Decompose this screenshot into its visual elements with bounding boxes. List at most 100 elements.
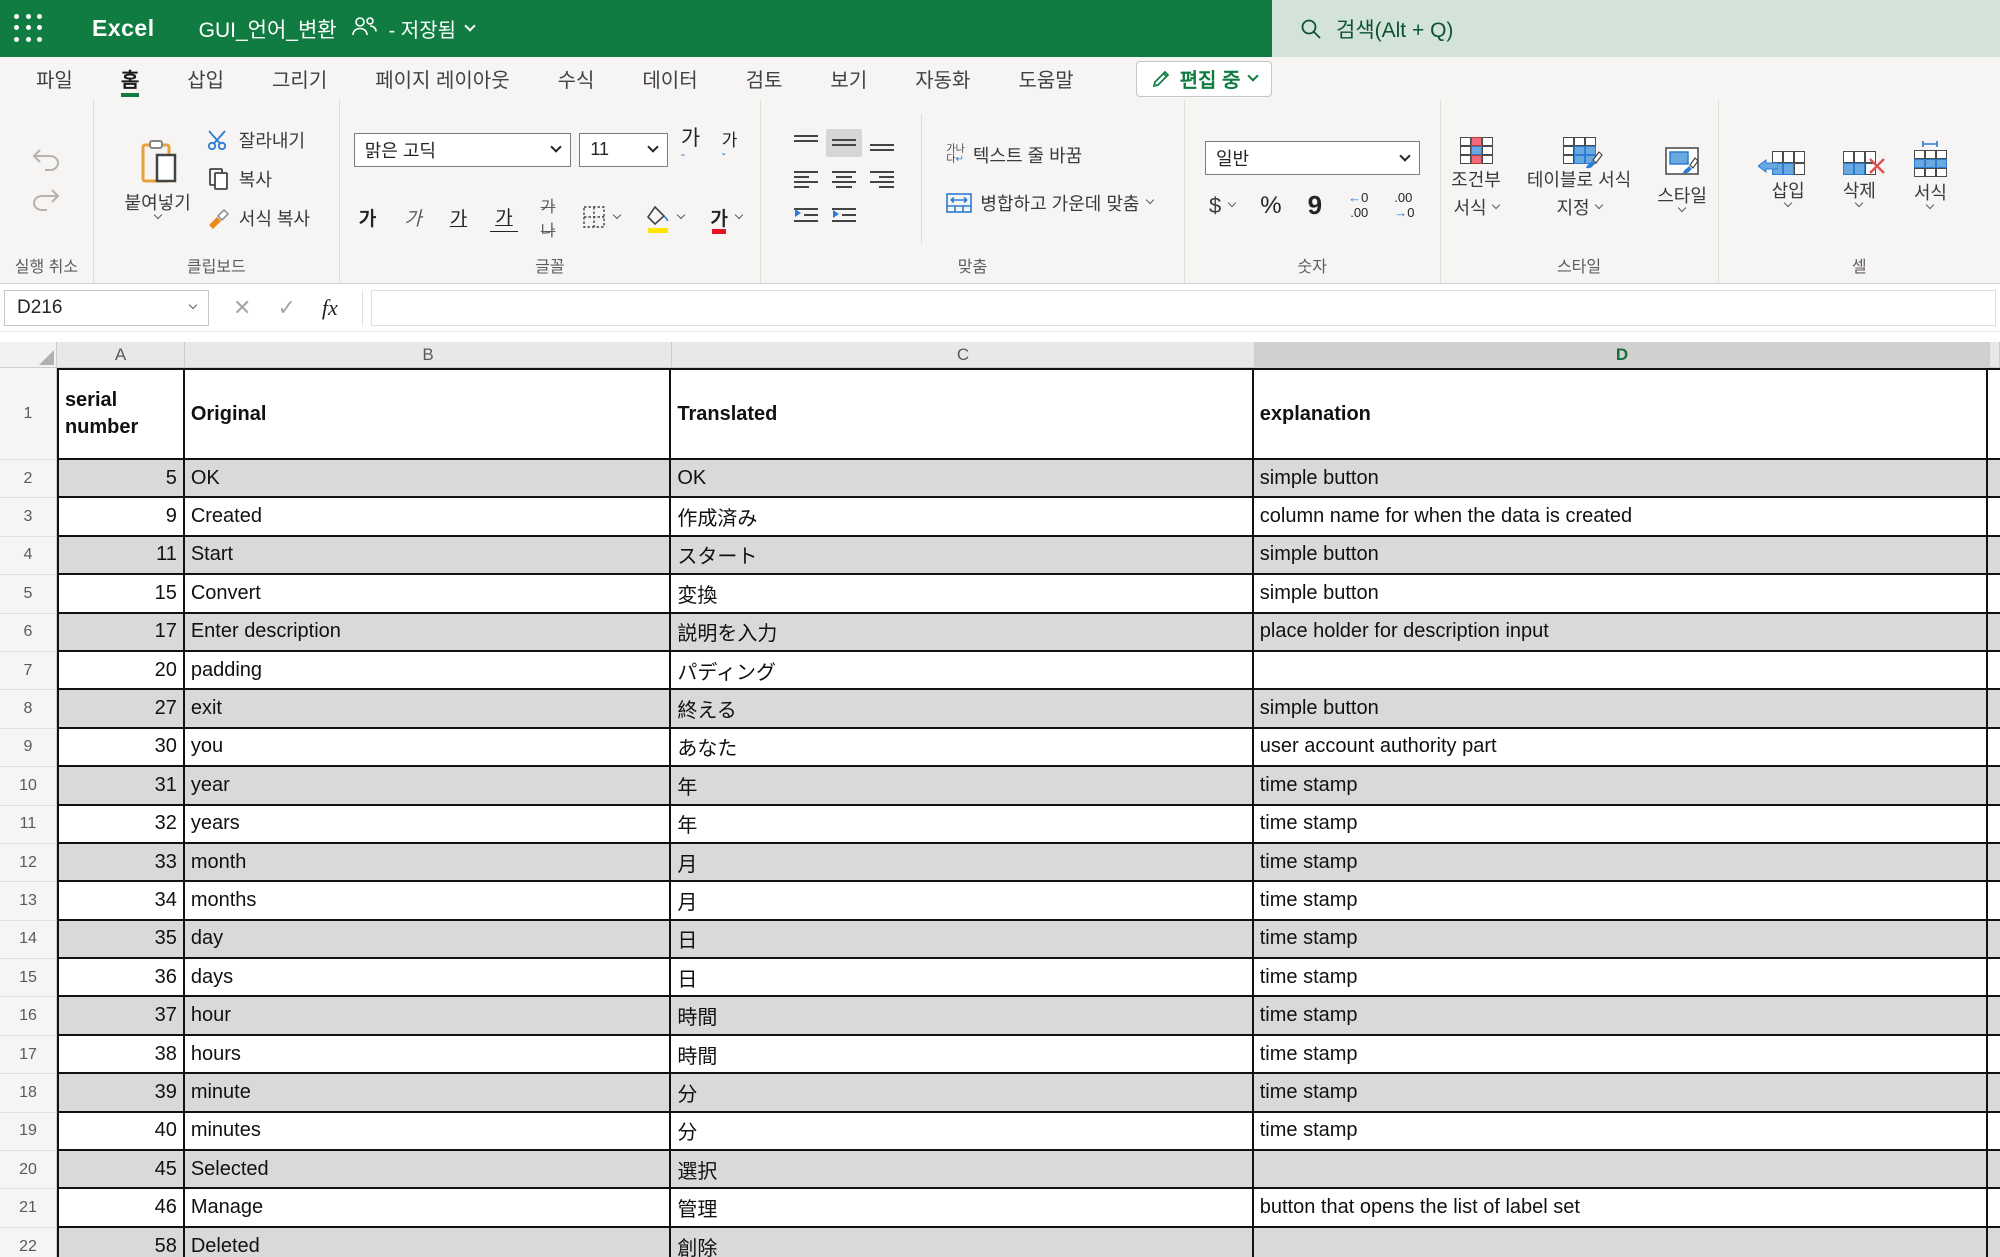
cancel-entry-button[interactable]: ✕	[233, 295, 251, 321]
ribbon-tab-그리기[interactable]: 그리기	[248, 57, 351, 100]
row-header[interactable]: 3	[0, 498, 57, 536]
row-header[interactable]: 15	[0, 959, 57, 997]
app-name[interactable]: Excel	[92, 15, 155, 42]
row-header[interactable]: 1	[0, 368, 57, 460]
cell-explanation[interactable]: place holder for description input	[1254, 614, 1988, 652]
ribbon-tab-도움말[interactable]: 도움말	[994, 57, 1097, 100]
number-format-select[interactable]: 일반	[1205, 141, 1420, 175]
cell-serial[interactable]: 9	[57, 498, 185, 536]
cell-serial[interactable]: 34	[57, 882, 185, 920]
cell-original[interactable]: you	[185, 729, 672, 767]
cell-e-sliver[interactable]	[1988, 460, 2000, 498]
row-header[interactable]: 11	[0, 806, 57, 844]
row-header[interactable]: 13	[0, 882, 57, 920]
select-all-button[interactable]	[0, 342, 57, 368]
row-header[interactable]: 6	[0, 614, 57, 652]
cell-explanation[interactable]: time stamp	[1254, 1074, 1988, 1112]
cell-original[interactable]: years	[185, 806, 672, 844]
cell-serial[interactable]: 46	[57, 1189, 185, 1227]
cell-serial[interactable]: 32	[57, 806, 185, 844]
cell-e-sliver[interactable]	[1988, 806, 2000, 844]
cell-translated[interactable]: 創除	[671, 1228, 1253, 1257]
cell-explanation[interactable]	[1254, 652, 1988, 690]
cell-e-sliver[interactable]	[1988, 1074, 2000, 1112]
cell-original[interactable]: days	[185, 959, 672, 997]
font-size-select[interactable]: 11	[579, 133, 668, 167]
cell-original[interactable]: Deleted	[185, 1228, 672, 1257]
font-name-select[interactable]: 맑은 고딕	[354, 133, 572, 167]
cell-c1[interactable]: Translated	[671, 368, 1253, 460]
underline-button[interactable]: 가	[445, 203, 472, 232]
save-status[interactable]: - 저장됨	[389, 14, 474, 43]
cell-serial[interactable]: 39	[57, 1074, 185, 1112]
cell-explanation[interactable]: time stamp	[1254, 767, 1988, 805]
align-middle-button[interactable]	[826, 129, 862, 157]
app-launcher-icon[interactable]	[14, 14, 44, 44]
cell-e-sliver[interactable]	[1988, 575, 2000, 613]
cell-e-sliver[interactable]	[1988, 652, 2000, 690]
cell-translated[interactable]: 日	[671, 921, 1253, 959]
cell-translated[interactable]: 日	[671, 959, 1253, 997]
cell-explanation[interactable]: time stamp	[1254, 882, 1988, 920]
editing-mode-button[interactable]: 편집 중	[1136, 61, 1273, 97]
row-header[interactable]: 5	[0, 575, 57, 613]
format-painter-button[interactable]: 서식 복사	[203, 203, 314, 233]
row-header[interactable]: 19	[0, 1113, 57, 1151]
row-header[interactable]: 4	[0, 537, 57, 575]
paste-button[interactable]: 붙여넣기	[119, 137, 197, 220]
cell-original[interactable]: month	[185, 844, 672, 882]
row-header[interactable]: 20	[0, 1151, 57, 1189]
ribbon-tab-수식[interactable]: 수식	[534, 57, 619, 100]
cell-e-sliver[interactable]	[1988, 1189, 2000, 1227]
cell-serial[interactable]: 33	[57, 844, 185, 882]
conditional-formatting-button[interactable]: 조건부 서식	[1445, 135, 1507, 222]
column-header-b[interactable]: B	[185, 342, 672, 368]
cell-a1[interactable]: serial number	[57, 368, 185, 460]
cell-styles-button[interactable]: 스타일	[1651, 145, 1713, 213]
cell-e-sliver[interactable]	[1988, 1151, 2000, 1189]
cell-original[interactable]: exit	[185, 690, 672, 728]
cell-translated[interactable]: 時間	[671, 997, 1253, 1035]
cell-original[interactable]: hour	[185, 997, 672, 1035]
fill-color-button[interactable]	[642, 203, 688, 232]
file-name[interactable]: GUI_언어_변환	[199, 14, 337, 44]
cell-serial[interactable]: 27	[57, 690, 185, 728]
row-header[interactable]: 18	[0, 1074, 57, 1112]
cell-translated[interactable]: 選択	[671, 1151, 1253, 1189]
cell-e-sliver[interactable]	[1988, 729, 2000, 767]
cell-translated[interactable]: 分	[671, 1074, 1253, 1112]
decrease-indent-button[interactable]	[788, 201, 824, 229]
cell-b1[interactable]: Original	[185, 368, 672, 460]
cell-e-sliver[interactable]	[1988, 690, 2000, 728]
ribbon-tab-자동화[interactable]: 자동화	[891, 57, 994, 100]
cut-button[interactable]: 잘라내기	[203, 125, 314, 155]
cell-serial[interactable]: 31	[57, 767, 185, 805]
cell-e-sliver[interactable]	[1988, 1036, 2000, 1074]
cell-translated[interactable]: 月	[671, 844, 1253, 882]
cell-e-sliver[interactable]	[1988, 997, 2000, 1035]
row-header[interactable]: 9	[0, 729, 57, 767]
cell-serial[interactable]: 17	[57, 614, 185, 652]
cell-serial[interactable]: 35	[57, 921, 185, 959]
cell-translated[interactable]: 管理	[671, 1189, 1253, 1227]
format-cells-button[interactable]: 서식	[1908, 148, 1953, 210]
strikethrough-button[interactable]: 가나	[536, 192, 561, 242]
ribbon-tab-페이지 레이아웃[interactable]: 페이지 레이아웃	[351, 57, 533, 100]
row-header[interactable]: 2	[0, 460, 57, 498]
cell-serial[interactable]: 38	[57, 1036, 185, 1074]
align-center-button[interactable]	[826, 165, 862, 193]
merge-center-button[interactable]: 병합하고 가운데 맞춤	[942, 188, 1157, 218]
cell-serial[interactable]: 58	[57, 1228, 185, 1257]
double-underline-button[interactable]: 가	[490, 202, 517, 232]
cell-explanation[interactable]	[1254, 1151, 1988, 1189]
cell-translated[interactable]: 説明を入力	[671, 614, 1253, 652]
cell-original[interactable]: padding	[185, 652, 672, 690]
format-as-table-button[interactable]: 테이블로 서식 지정	[1521, 135, 1637, 222]
cell-explanation[interactable]	[1254, 1228, 1988, 1257]
align-left-button[interactable]	[788, 165, 824, 193]
cell-original[interactable]: day	[185, 921, 672, 959]
cell-original[interactable]: Selected	[185, 1151, 672, 1189]
cell-e-sliver[interactable]	[1988, 1228, 2000, 1257]
italic-button[interactable]: 가	[399, 203, 426, 232]
cell-translated[interactable]: 年	[671, 806, 1253, 844]
